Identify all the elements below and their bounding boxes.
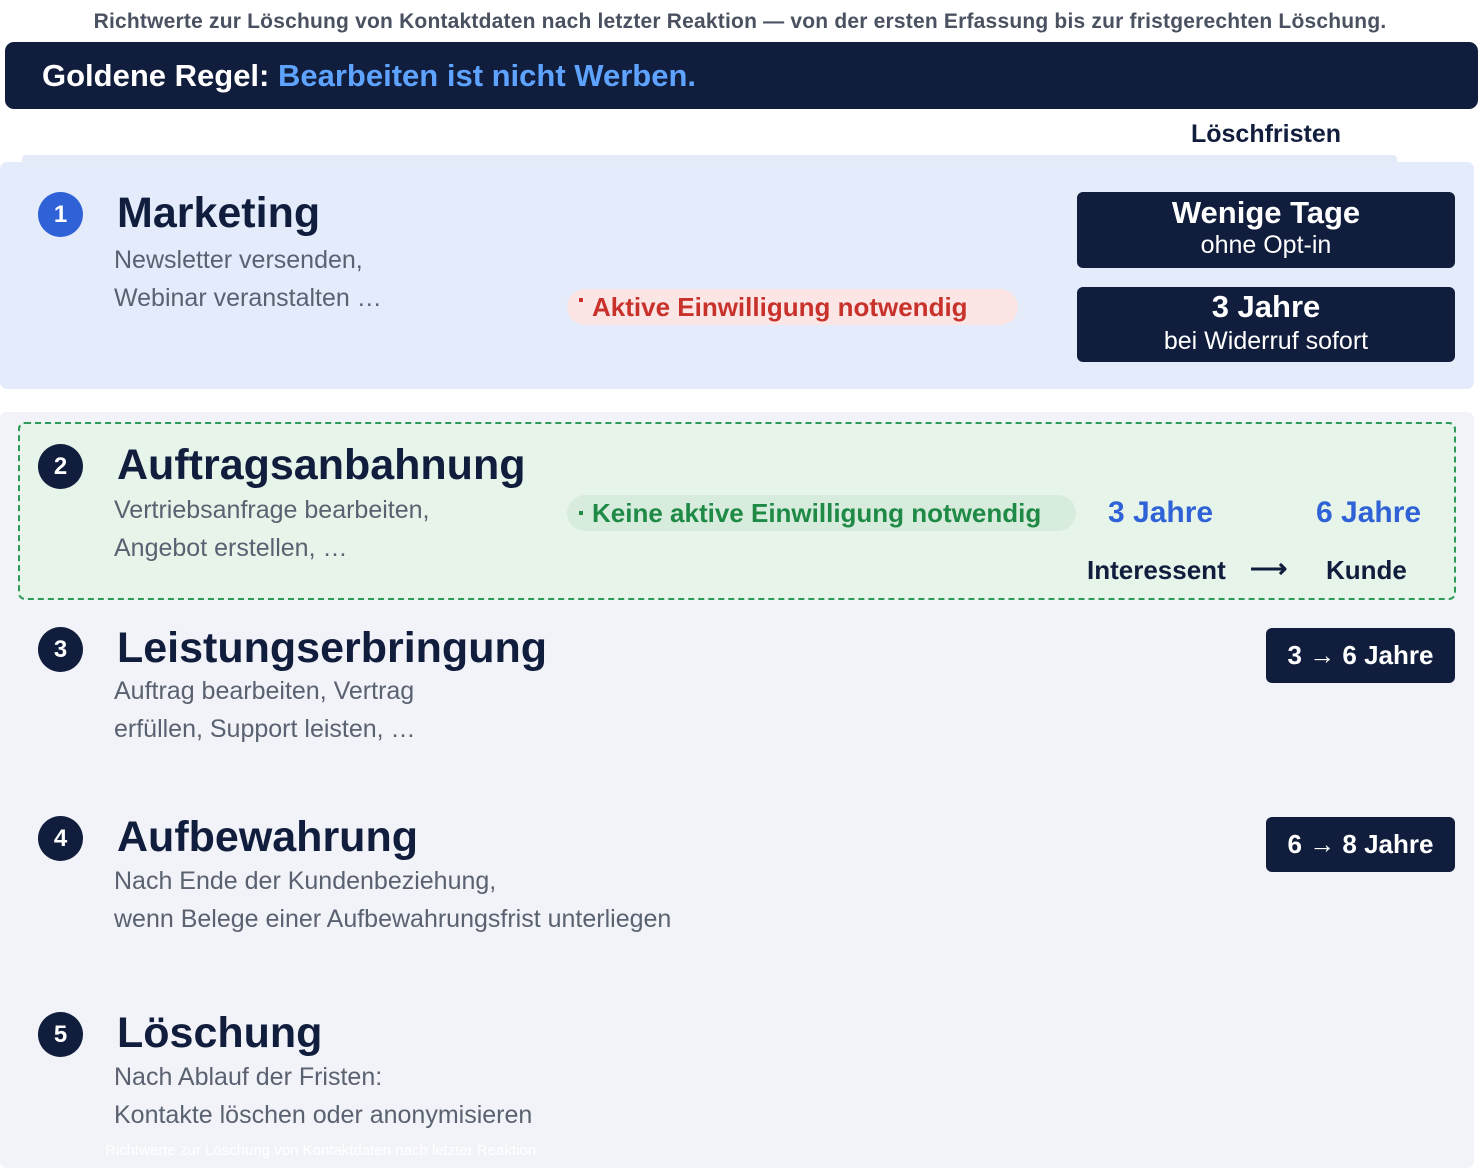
consent-not-required-label: Keine aktive Einwilligung notwendig: [592, 497, 1042, 528]
golden-rule-statement: Bearbeiten ist nicht Werben.: [278, 58, 697, 93]
period-badge-few-days: Wenige Tage ohne Opt-in: [1077, 192, 1455, 268]
bullet-icon: [579, 511, 583, 515]
period-badge-service: 3 → 6 Jahre: [1266, 628, 1455, 683]
step-title-auftragsanbahnung: Auftragsanbahnung: [117, 441, 526, 489]
period-badge-retention: 6 → 8 Jahre: [1266, 817, 1455, 872]
step-desc-line: Nach Ablauf der Fristen:: [114, 1063, 383, 1091]
diagram-caption: Richtwerte zur Löschung von Kontaktdaten…: [93, 10, 1387, 33]
step-title-aufbewahrung: Aufbewahrung: [117, 813, 418, 861]
bullet-icon: [579, 298, 583, 302]
step-desc-line: Angebot erstellen, …: [114, 534, 348, 562]
step-desc-line: erfüllen, Support leisten, …: [114, 715, 416, 743]
period-badge-value: 3 Jahre: [1211, 289, 1321, 324]
period-badge-value: Wenige Tage: [1171, 195, 1361, 230]
period-badge-note: ohne Opt-in: [1200, 231, 1332, 259]
period-customer: 6 Jahre: [1316, 496, 1422, 529]
step-desc-line: Vertriebsanfrage bearbeiten,: [114, 496, 430, 524]
step-desc-line: Nach Ende der Kundenbeziehung,: [114, 867, 497, 895]
step-desc-line: wenn Belege einer Aufbewahrungsfrist unt…: [114, 905, 672, 933]
period-badge-note: bei Widerruf sofort: [1163, 327, 1369, 355]
step-desc-line: Kontakte löschen oder anonymisieren: [114, 1101, 533, 1129]
golden-rule-banner: Goldene Regel: Bearbeiten ist nicht Werb…: [5, 42, 1478, 109]
step-title-loeschung: Löschung: [117, 1009, 323, 1057]
golden-rule-text: Goldene Regel: Bearbeiten ist nicht Werb…: [42, 58, 696, 94]
step-title-leistungserbringung: Leistungserbringung: [117, 624, 547, 672]
step-number-5: 5: [38, 1012, 83, 1057]
arrow-right-icon: ⟶: [1250, 553, 1288, 583]
period-prospect: 3 Jahre: [1108, 496, 1214, 529]
consent-required-pill: Aktive Einwilligung notwendig: [567, 289, 1018, 325]
consent-required-label: Aktive Einwilligung notwendig: [592, 291, 968, 322]
step-number-4: 4: [38, 816, 83, 861]
label-customer: Kunde: [1326, 555, 1407, 585]
step-title-marketing: Marketing: [117, 189, 321, 237]
period-badge-three-years: 3 Jahre bei Widerruf sofort: [1077, 287, 1455, 362]
deletion-periods-header: Löschfristen: [1190, 120, 1342, 148]
golden-rule-prefix: Goldene Regel:: [42, 58, 270, 93]
step-number-2: 2: [38, 444, 83, 489]
footer-note: Richtwerte zur Löschung von Kontaktdaten…: [105, 1142, 537, 1159]
step-desc-line: Auftrag bearbeiten, Vertrag: [114, 677, 415, 705]
label-prospect: Interessent: [1087, 555, 1226, 585]
consent-not-required-pill: Keine aktive Einwilligung notwendig: [567, 495, 1076, 531]
step-desc-line: Newsletter versenden,: [114, 246, 363, 274]
step-desc-line: Webinar veranstalten …: [114, 284, 382, 312]
step-number-3: 3: [38, 627, 83, 672]
step-number-1: 1: [38, 192, 83, 237]
